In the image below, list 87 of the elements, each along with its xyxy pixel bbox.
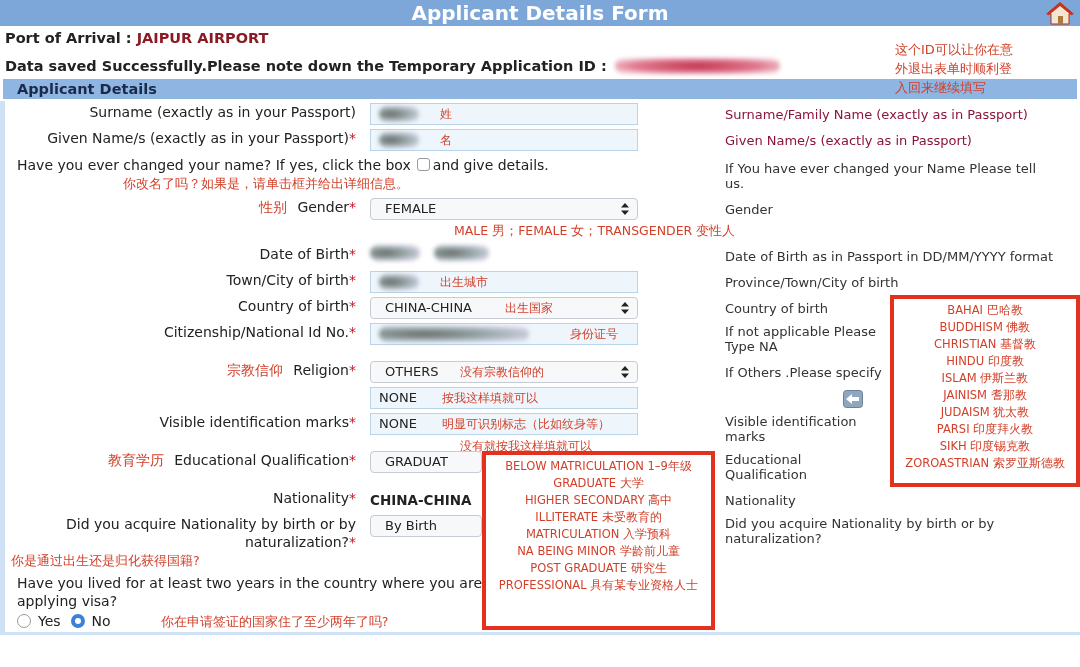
annotation-text: 这个ID可以让你在意 <box>895 41 1013 59</box>
field-label: Port of Arrival : <box>5 30 132 46</box>
annotation-text: 身份证号 <box>570 326 618 342</box>
annotation-text: ISLAM 伊斯兰教 <box>941 371 1029 385</box>
help-text: Educational Qualification <box>725 452 808 482</box>
radio-button[interactable] <box>17 614 31 628</box>
field-value: CHINA-CHINA <box>370 492 472 508</box>
annotation-text: BUDDHISM 佛教 <box>939 320 1031 334</box>
annotation-text: 按我这样填就可以 <box>442 390 538 406</box>
question-text: and give details. <box>432 157 549 173</box>
redaction-blur <box>434 245 489 261</box>
annotation-text: ZOROASTRIAN 索罗亚斯德教 <box>905 456 1065 470</box>
dropdown-arrows-icon <box>621 366 629 378</box>
annotation-text: 没有就按我这样填就可以 <box>460 438 592 454</box>
field-label: Town/City of birth* <box>226 272 356 288</box>
field-label: Nationality* <box>273 490 356 506</box>
annotation-text: JUDAISM 犹太教 <box>940 405 1030 419</box>
select-field[interactable]: By Birth <box>370 515 482 537</box>
field-label: Religion* <box>293 362 356 378</box>
field-label: Country of birth* <box>238 298 356 314</box>
annotation-text: ILLITERATE 未受教育的 <box>535 510 662 524</box>
field-label: Did you acquire Nationality by birth or by naturalization?* <box>66 516 356 550</box>
annotation-text: JAINISM 耆那教 <box>943 388 1027 402</box>
field-label: Educational Qualification* <box>174 452 356 468</box>
input-field[interactable] <box>370 103 638 125</box>
annotation-text: GRADUATE 大学 <box>553 476 644 490</box>
input-field[interactable] <box>370 323 638 345</box>
select-field[interactable]: FEMALE <box>370 198 638 220</box>
help-text: Gender <box>725 202 773 217</box>
annotation-text: 你在申请签证的国家住了至少两年了吗? <box>160 613 389 629</box>
annotation-text: 教育学历 <box>108 452 165 468</box>
radio-label[interactable]: Yes <box>38 612 61 630</box>
input-field[interactable] <box>370 271 638 293</box>
annotation-text: PROFESSIONAL 具有某专业资格人士 <box>498 578 699 592</box>
field-label: Surname (exactly as in your Passport) <box>89 104 356 120</box>
annotation-text: NA BEING MINOR 学龄前儿童 <box>517 544 680 558</box>
question-text: Have you ever changed your name? If yes, click the box <box>17 157 411 173</box>
annotation-text: CHRISTIAN 基督教 <box>934 337 1036 351</box>
home-icon[interactable] <box>1046 1 1074 25</box>
annotation-text: 没有宗教信仰的 <box>460 364 544 380</box>
help-text: Nationality <box>725 493 796 508</box>
help-text: Country of birth <box>725 301 828 316</box>
dropdown-arrows-icon <box>621 302 629 314</box>
annotation-text: 外退出表单时顺利登 <box>895 60 1013 78</box>
field-label: Date of Birth* <box>259 246 356 262</box>
radio-label[interactable]: No <box>91 612 111 630</box>
status-message: Data saved Successfully.Please note down the Temporary Application ID : <box>5 57 607 76</box>
annotation-text: 姓 <box>440 106 452 122</box>
checkbox[interactable] <box>416 158 430 171</box>
field-label: Given Name/s (exactly as in your Passport)* <box>47 130 356 146</box>
annotation-text: 性别 <box>259 199 288 215</box>
question-text: Have you lived for at least two years in the country where you are applying visa? <box>17 574 482 610</box>
annotation-text: 出生国家 <box>505 300 553 316</box>
annotation-text: 你改名了吗？如果是，请单击框并给出详细信息。 <box>123 176 409 191</box>
help-text: If not applicable Please Type NA <box>725 324 877 354</box>
help-text: If You have ever changed your Name Please tell us. <box>725 161 1037 191</box>
help-text: Did you acquire Nationality by birth or by naturalization? <box>725 516 996 546</box>
help-text: Province/Town/City of birth <box>725 275 899 290</box>
annotation-text: 宗教信仰 <box>227 362 284 378</box>
annotation-text: HINDU 印度教 <box>946 354 1024 368</box>
select-field[interactable]: GRADUAT <box>370 451 482 473</box>
field-label: Gender* <box>297 199 356 215</box>
annotation-text: BAHAI 巴哈教 <box>947 303 1023 317</box>
annotation-text: 你是通过出生还是归化获得国籍? <box>11 553 200 568</box>
help-text: If Others .Please specify <box>725 365 882 380</box>
annotation-text: 入回来继续填写 <box>895 79 987 97</box>
annotation-text: HIGHER SECONDARY 高中 <box>524 493 673 507</box>
annotation-text: POST GRADUATE 研究生 <box>530 561 667 575</box>
dropdown-arrows-icon <box>621 203 629 215</box>
port-value: JAIPUR AIRPORT <box>136 30 269 46</box>
annotation-text: PARSI 印度拜火教 <box>936 422 1034 436</box>
help-text: Date of Birth as in Passport in DD/MM/YYYY format <box>725 249 1054 264</box>
radio-button[interactable] <box>70 614 85 628</box>
input-field[interactable] <box>370 129 638 151</box>
field-label: Citizenship/National Id No.* <box>163 324 356 340</box>
annotation-text: SIKH 印度锡克教 <box>939 439 1031 453</box>
field-label: Visible identification marks* <box>159 414 356 430</box>
help-text: Surname/Family Name (exactly as in Passport) <box>725 107 1028 122</box>
annotation-text: 出生城市 <box>440 274 488 290</box>
annotation-text: BELOW MATRICULATION 1–9年级 <box>505 459 692 473</box>
annotation-text: 明显可识别标志（比如纹身等） <box>442 416 610 432</box>
annotation-text: MATRICULATION 入学预科 <box>525 527 672 541</box>
help-text: Given Name/s (exactly as in Passport) <box>725 133 972 148</box>
help-text: Visible identification marks <box>725 414 858 444</box>
page-title: Applicant Details Form <box>411 1 669 25</box>
annotation-text: 名 <box>440 132 452 148</box>
annotation-text: MALE 男；FEMALE 女；TRANSGENDER 变性人 <box>454 223 736 238</box>
